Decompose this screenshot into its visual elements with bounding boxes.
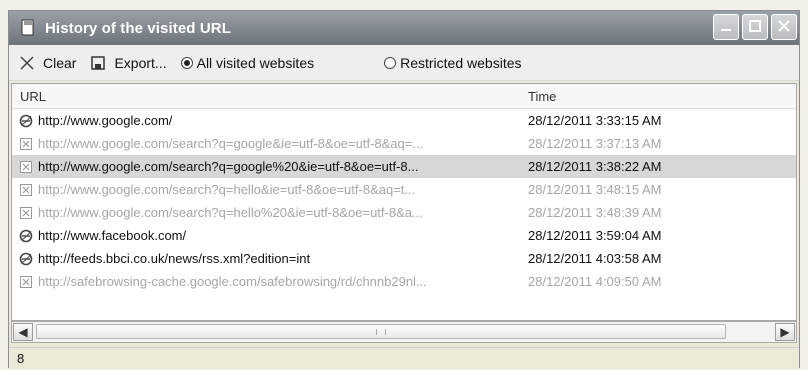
url-text: http://www.google.com/search?q=hello&ie=… <box>38 182 416 197</box>
blocked-page-icon <box>18 182 34 198</box>
table-row[interactable]: http://www.google.com/search?q=google&ie… <box>12 132 796 155</box>
time-cell: 28/12/2011 3:48:15 AM <box>528 182 662 197</box>
radio-restricted-label: Restricted websites <box>400 54 522 71</box>
list-header: URL Time <box>12 84 796 109</box>
url-cell: http://www.google.com/search?q=google%20… <box>12 159 524 175</box>
radio-restricted[interactable]: Restricted websites <box>384 54 522 71</box>
minimize-icon <box>720 19 732 36</box>
url-text: http://www.google.com/search?q=google&ie… <box>38 136 424 151</box>
ie-page-icon <box>18 113 34 129</box>
column-header-url[interactable]: URL <box>12 89 524 104</box>
window-controls <box>713 14 797 40</box>
scroll-thumb[interactable] <box>36 324 726 339</box>
radio-all-visited[interactable]: All visited websites <box>180 54 315 71</box>
status-bar: 8 <box>9 347 799 369</box>
export-button[interactable]: Export... <box>90 54 167 71</box>
radio-all-label: All visited websites <box>196 54 315 71</box>
blocked-page-icon <box>18 205 34 221</box>
horizontal-scrollbar[interactable]: ◀ ▶ <box>11 321 797 343</box>
scroll-right-button[interactable]: ▶ <box>775 323 795 341</box>
blocked-page-icon <box>18 136 34 152</box>
table-row[interactable]: http://safebrowsing-cache.google.com/saf… <box>12 270 796 293</box>
url-text: http://www.google.com/search?q=google%20… <box>38 159 419 174</box>
item-count: 8 <box>17 351 25 366</box>
url-cell: http://feeds.bbci.co.uk/news/rss.xml?edi… <box>12 251 524 267</box>
radio-unselected-icon <box>384 56 397 69</box>
url-text: http://feeds.bbci.co.uk/news/rss.xml?edi… <box>38 251 311 266</box>
chevron-left-icon: ◀ <box>18 325 28 339</box>
blocked-page-icon <box>18 159 34 175</box>
toolbar: Clear Export... All visited websites Res… <box>9 45 799 81</box>
minimize-button[interactable] <box>713 14 739 40</box>
title-bar[interactable]: History of the visited URL <box>9 11 799 45</box>
url-cell: http://www.google.com/search?q=hello%20&… <box>12 205 524 221</box>
clear-label: Clear <box>43 54 77 71</box>
url-text: http://www.google.com/ <box>38 113 173 128</box>
blocked-page-icon <box>18 274 34 290</box>
table-row[interactable]: http://www.google.com/search?q=google%20… <box>12 155 796 178</box>
maximize-icon <box>749 19 761 36</box>
table-row[interactable]: http://www.google.com/search?q=hello%20&… <box>12 201 796 224</box>
table-row[interactable]: http://feeds.bbci.co.uk/news/rss.xml?edi… <box>12 247 796 270</box>
url-cell: http://www.google.com/search?q=hello&ie=… <box>12 182 524 198</box>
scroll-left-button[interactable]: ◀ <box>13 323 33 341</box>
ie-page-icon <box>18 251 34 267</box>
time-cell: 28/12/2011 3:38:22 AM <box>528 159 662 174</box>
grip-icon <box>376 328 386 335</box>
table-row[interactable]: http://www.google.com/ 28/12/2011 3:33:1… <box>12 109 796 132</box>
maximize-button[interactable] <box>742 14 768 40</box>
scroll-track[interactable] <box>34 323 774 341</box>
export-label: Export... <box>114 54 167 71</box>
column-header-time[interactable]: Time <box>524 89 796 104</box>
url-cell: http://safebrowsing-cache.google.com/saf… <box>12 274 524 290</box>
chevron-right-icon: ▶ <box>780 325 790 339</box>
close-x-icon <box>19 55 35 71</box>
time-cell: 28/12/2011 3:59:04 AM <box>528 228 662 243</box>
radio-selected-icon <box>180 56 193 69</box>
url-text: http://safebrowsing-cache.google.com/saf… <box>38 274 427 289</box>
clear-button[interactable]: Clear <box>19 55 76 71</box>
ie-page-icon <box>18 228 34 244</box>
time-cell: 28/12/2011 4:03:58 AM <box>528 251 662 266</box>
url-cell: http://www.google.com/search?q=google&ie… <box>12 136 524 152</box>
time-cell: 28/12/2011 3:48:39 AM <box>528 205 662 220</box>
time-cell: 28/12/2011 4:09:50 AM <box>528 274 662 289</box>
book-icon <box>19 19 37 37</box>
url-text: http://www.facebook.com/ <box>38 228 187 243</box>
disk-icon <box>90 55 106 71</box>
url-list[interactable]: URL Time http://www.google.com/ 28/12/20… <box>11 83 797 321</box>
table-row[interactable]: http://www.facebook.com/ 28/12/2011 3:59… <box>12 224 796 247</box>
close-icon <box>778 19 790 36</box>
close-button[interactable] <box>771 14 797 40</box>
url-cell: http://www.facebook.com/ <box>12 228 524 244</box>
table-row[interactable]: http://www.google.com/search?q=hello&ie=… <box>12 178 796 201</box>
time-cell: 28/12/2011 3:33:15 AM <box>528 113 662 128</box>
window-title: History of the visited URL <box>45 19 231 37</box>
history-window: History of the visited URL Clear Export.… <box>8 10 800 369</box>
time-cell: 28/12/2011 3:37:13 AM <box>528 136 662 151</box>
url-cell: http://www.google.com/ <box>12 113 524 129</box>
url-text: http://www.google.com/search?q=hello%20&… <box>38 205 423 220</box>
